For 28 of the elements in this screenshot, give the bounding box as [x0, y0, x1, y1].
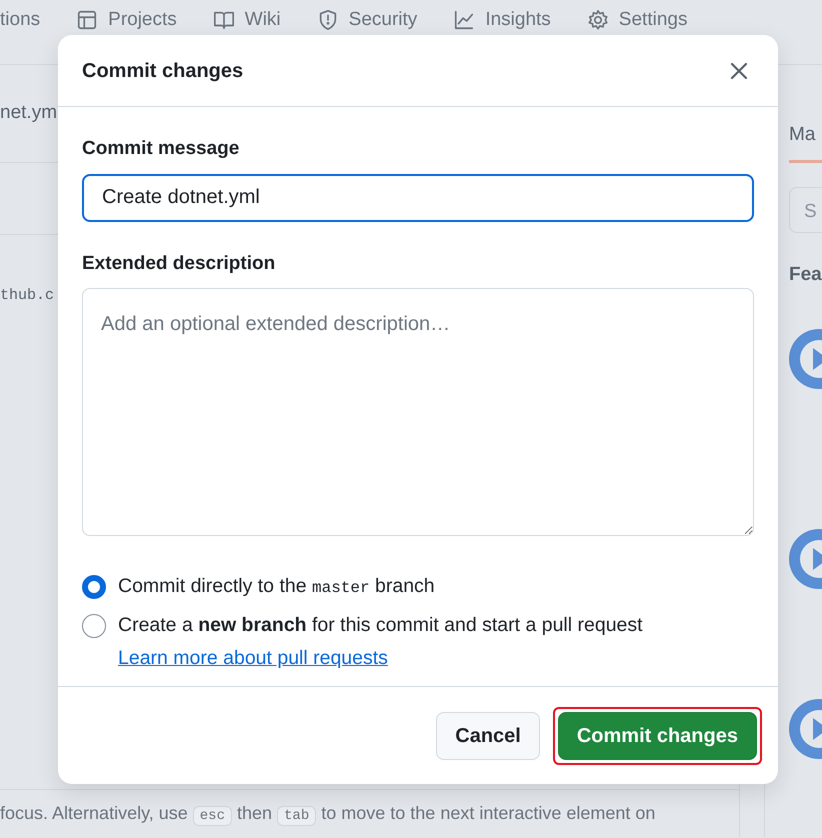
file-name: net.ym — [0, 101, 58, 126]
field-label: Commit message — [82, 137, 240, 161]
input-field[interactable]: Create dotnet.yml — [82, 174, 754, 222]
option-label: Commit directly to the master branch — [118, 574, 435, 599]
cancel-button[interactable]: Cancel — [436, 712, 540, 760]
repo-tab[interactable]: tions — [0, 6, 40, 34]
help-text: focus. Alternatively, use esc then tab to move to the next interactive element on — [0, 789, 739, 837]
search-field[interactable]: S — [789, 186, 822, 232]
code-line: thub.c — [0, 287, 54, 304]
dialog-title: Commit changes — [82, 58, 244, 84]
sidebar-heading: Fea — [789, 262, 822, 286]
radio-button[interactable] — [82, 614, 106, 638]
text-area[interactable]: Add an optional extended description… — [82, 288, 754, 536]
repo-tab[interactable]: Insights — [485, 6, 551, 34]
commit-button[interactable]: Commit changes — [558, 712, 757, 760]
sidebar-tab[interactable]: Ma — [789, 121, 822, 162]
repo-tab[interactable]: Settings — [618, 6, 688, 34]
graph-icon — [453, 9, 476, 32]
field-label: Extended description — [82, 252, 276, 276]
repo-tab[interactable]: Security — [348, 6, 418, 34]
radio-button[interactable] — [82, 575, 106, 599]
table-icon — [76, 9, 98, 32]
repo-tab[interactable]: Projects — [108, 6, 177, 34]
learn-more-link[interactable]: Learn more about pull requests — [118, 647, 388, 669]
book-icon — [212, 9, 235, 32]
repo-tab[interactable]: Wiki — [244, 6, 281, 34]
option-label: Create a new branch for this commit and start a pull request Learn more about pull requests — [118, 613, 644, 671]
gear-icon — [586, 9, 609, 32]
